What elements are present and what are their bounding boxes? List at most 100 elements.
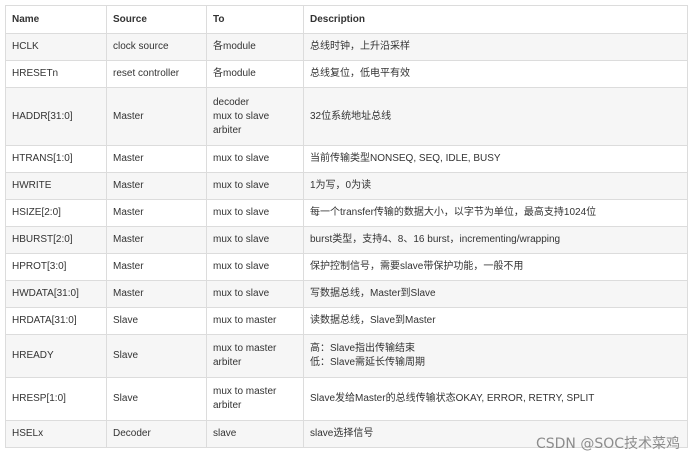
table-row: HSIZE[2:0] Master mux to slave 每一个transf… (5, 199, 688, 227)
signal-description-line: 高：Slave指出传输结束 (310, 343, 416, 354)
signal-name: HSELx (5, 420, 107, 448)
signal-source: Master (106, 280, 207, 308)
signal-description: burst类型，支持4、8、16 burst，incrementing/wrap… (303, 226, 688, 254)
signal-description-line: 1为写，0为读 (310, 180, 372, 191)
signal-source: clock source (106, 33, 207, 61)
signal-source: Slave (106, 334, 207, 378)
signal-to: 各module (206, 33, 304, 61)
signal-to-line: mux to master (213, 386, 277, 397)
signal-to-line: 各module (213, 68, 256, 79)
signal-to: mux to master (206, 307, 304, 335)
signal-description-line: 写数据总线，Master到Slave (310, 288, 436, 299)
signal-description: 1为写，0为读 (303, 172, 688, 200)
table-row: HBURST[2:0] Master mux to slave burst类型，… (5, 226, 688, 254)
signal-description: 32位系统地址总线 (303, 87, 688, 146)
signal-to-line: decoder (213, 96, 250, 108)
signal-name: HCLK (5, 33, 107, 61)
table-row: HADDR[31:0] Master decoder mux to slave … (5, 87, 688, 146)
signal-name: HBURST[2:0] (5, 226, 107, 254)
signal-description: Slave发给Master的总线传输状态OKAY, ERROR, RETRY, … (303, 377, 688, 421)
signal-to: mux to master arbiter (206, 377, 304, 421)
table-row: HRESETn reset controller 各module 总线复位，低电… (5, 60, 688, 88)
table-row: HCLK clock source 各module 总线时钟，上升沿采样 (5, 33, 688, 61)
table-row: HPROT[3:0] Master mux to slave 保护控制信号，需要… (5, 253, 688, 281)
signal-to: mux to slave (206, 280, 304, 308)
signal-description: 总线复位，低电平有效 (303, 60, 688, 88)
signal-description-line: 保护控制信号，需要slave带保护功能，一般不用 (310, 261, 524, 272)
table-row: HWRITE Master mux to slave 1为写，0为读 (5, 172, 688, 200)
signal-to: 各module (206, 60, 304, 88)
signal-description: 每一个transfer传输的数据大小，以字节为单位，最高支持1024位 (303, 199, 688, 227)
table-row: HREADY Slave mux to master arbiter 高：Sla… (5, 334, 688, 378)
signal-name: HPROT[3:0] (5, 253, 107, 281)
signal-to: mux to master arbiter (206, 334, 304, 378)
signal-description-line: 总线时钟，上升沿采样 (310, 41, 410, 52)
signal-description-line: 低：Slave需延长传输周期 (310, 357, 426, 368)
table-row: HWDATA[31:0] Master mux to slave 写数据总线，M… (5, 280, 688, 308)
signal-source: Slave (106, 377, 207, 421)
signal-to-line: mux to slave (213, 234, 270, 245)
signal-source: Master (106, 226, 207, 254)
signal-description: 读数据总线，Slave到Master (303, 307, 688, 335)
signal-description-line: 当前传输类型NONSEQ, SEQ, IDLE, BUSY (310, 153, 501, 164)
signal-to-line: mux to slave (213, 110, 270, 122)
signal-to-line: arbiter (213, 124, 242, 136)
table-row: HRDATA[31:0] Slave mux to master 读数据总线，S… (5, 307, 688, 335)
signal-source: Slave (106, 307, 207, 335)
signal-to-line: 各module (213, 41, 256, 52)
signal-to: mux to slave (206, 145, 304, 173)
signal-name: HRDATA[31:0] (5, 307, 107, 335)
signal-description-line: 总线复位，低电平有效 (310, 68, 410, 79)
signal-description: 总线时钟，上升沿采样 (303, 33, 688, 61)
signal-name: HWDATA[31:0] (5, 280, 107, 308)
signal-to-line: mux to slave (213, 153, 270, 164)
signal-source: Master (106, 87, 207, 146)
header-source: Source (106, 5, 207, 34)
signal-name: HRESETn (5, 60, 107, 88)
header-name: Name (5, 5, 107, 34)
signal-name: HSIZE[2:0] (5, 199, 107, 227)
signal-name: HADDR[31:0] (5, 87, 107, 146)
signal-source: Master (106, 253, 207, 281)
signal-to-line: mux to master (213, 315, 277, 326)
signal-name: HTRANS[1:0] (5, 145, 107, 173)
signal-description: 保护控制信号，需要slave带保护功能，一般不用 (303, 253, 688, 281)
signal-source: Master (106, 172, 207, 200)
signal-source: reset controller (106, 60, 207, 88)
signal-to-line: mux to slave (213, 261, 270, 272)
signal-to-line: slave (213, 428, 237, 439)
signal-description-line: 读数据总线，Slave到Master (310, 315, 436, 326)
signal-to-line: mux to slave (213, 288, 270, 299)
table-header: Name Source To Description (5, 5, 688, 34)
signal-to: mux to slave (206, 226, 304, 254)
signal-description-line: 32位系统地址总线 (310, 110, 392, 122)
signal-to-line: arbiter (213, 400, 242, 411)
signal-description: 当前传输类型NONSEQ, SEQ, IDLE, BUSY (303, 145, 688, 173)
signal-to: slave (206, 420, 304, 448)
signal-source: Decoder (106, 420, 207, 448)
ahb-signal-table: Name Source To Description HCLK clock so… (5, 5, 688, 448)
signal-to: mux to slave (206, 172, 304, 200)
signal-source: Master (106, 199, 207, 227)
signal-description-line: Slave发给Master的总线传输状态OKAY, ERROR, RETRY, … (310, 393, 595, 404)
signal-to-line: mux to slave (213, 180, 270, 191)
table-row: HRESP[1:0] Slave mux to master arbiter S… (5, 377, 688, 421)
header-row: Name Source To Description (5, 5, 688, 34)
signal-to-line: mux to master (213, 343, 277, 354)
csdn-watermark: CSDN @SOC技术菜鸡 (535, 436, 680, 452)
table-row: HTRANS[1:0] Master mux to slave 当前传输类型NO… (5, 145, 688, 173)
signal-description-line: burst类型，支持4、8、16 burst，incrementing/wrap… (310, 234, 561, 245)
signal-description: 写数据总线，Master到Slave (303, 280, 688, 308)
signal-description: 高：Slave指出传输结束 低：Slave需延长传输周期 (303, 334, 688, 378)
header-description: Description (303, 5, 688, 34)
table-body: HCLK clock source 各module 总线时钟，上升沿采样 HRE… (5, 33, 688, 448)
signal-to-line: mux to slave (213, 207, 270, 218)
signal-to-line: arbiter (213, 357, 242, 368)
signal-source: Master (106, 145, 207, 173)
header-to: To (206, 5, 304, 34)
signal-to: mux to slave (206, 253, 304, 281)
signal-to: mux to slave (206, 199, 304, 227)
signal-to: decoder mux to slave arbiter (206, 87, 304, 146)
signal-name: HWRITE (5, 172, 107, 200)
signal-name: HREADY (5, 334, 107, 378)
